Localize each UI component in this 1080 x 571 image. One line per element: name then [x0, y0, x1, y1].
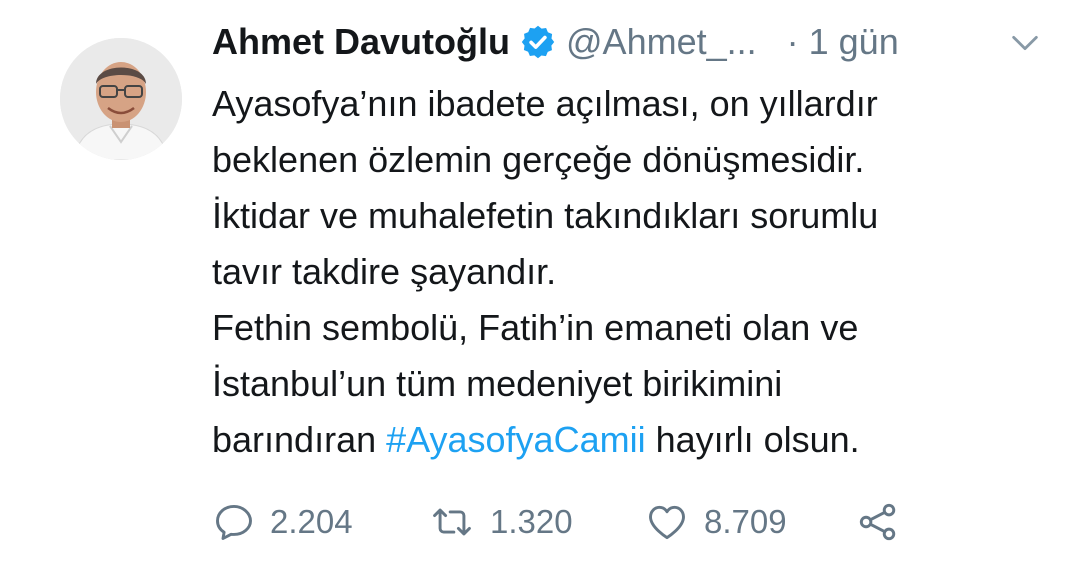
author-name[interactable]: Ahmet Davutoğlu [212, 21, 510, 63]
retweet-icon [433, 508, 471, 536]
tweet-text: Ayasofya’nın ibadete açılması, on yıllar… [212, 76, 1052, 468]
tweet-text-line: beklenen özlemin gerçeğe dönüşmesidir. [212, 139, 865, 180]
author-handle[interactable]: @Ahmet_... [566, 21, 757, 63]
tweet-text-line: Fethin sembolü, Fatih’in emaneti olan ve [212, 307, 859, 348]
tweet-header: Ahmet Davutoğlu @Ahmet_... · 1 gün [212, 18, 1042, 66]
tweet-text-line: İktidar ve muhalefetin takındıkları soru… [212, 195, 879, 236]
reply-bubble-icon [216, 504, 252, 540]
heart-icon [649, 505, 685, 540]
tweet-text-segment: barındıran [212, 419, 387, 460]
tweet-timestamp[interactable]: · 1 gün [787, 21, 899, 63]
retweet-count: 1.320 [490, 503, 573, 540]
chevron-down-icon[interactable] [1008, 26, 1042, 60]
reply-button[interactable]: 2.204 [212, 500, 428, 544]
like-button[interactable]: 8.709 [644, 500, 856, 544]
tweet-actions: 2.204 1.320 8.709 [212, 496, 932, 548]
hashtag-link[interactable]: #AyasofyaCamii [386, 419, 645, 460]
tweet-text-line: tavır takdire şayandır. [212, 251, 557, 292]
tweet-text-segment: hayırlı olsun. [645, 419, 860, 460]
reply-count: 2.204 [270, 503, 353, 540]
tweet-text-line-last: barındıran #AyasofyaCamii hayırlı olsun. [212, 412, 1052, 468]
avatar[interactable] [60, 38, 182, 160]
like-count: 8.709 [704, 503, 787, 540]
share-icon [859, 503, 896, 541]
verified-badge-icon [521, 25, 555, 59]
share-button[interactable] [856, 500, 900, 544]
tweet-text-line: İstanbul’un tüm medeniyet birikimini [212, 363, 783, 404]
profile-photo [60, 38, 182, 160]
tweet-text-line: Ayasofya’nın ibadete açılması, on yıllar… [212, 83, 878, 124]
retweet-button[interactable]: 1.320 [428, 500, 644, 544]
